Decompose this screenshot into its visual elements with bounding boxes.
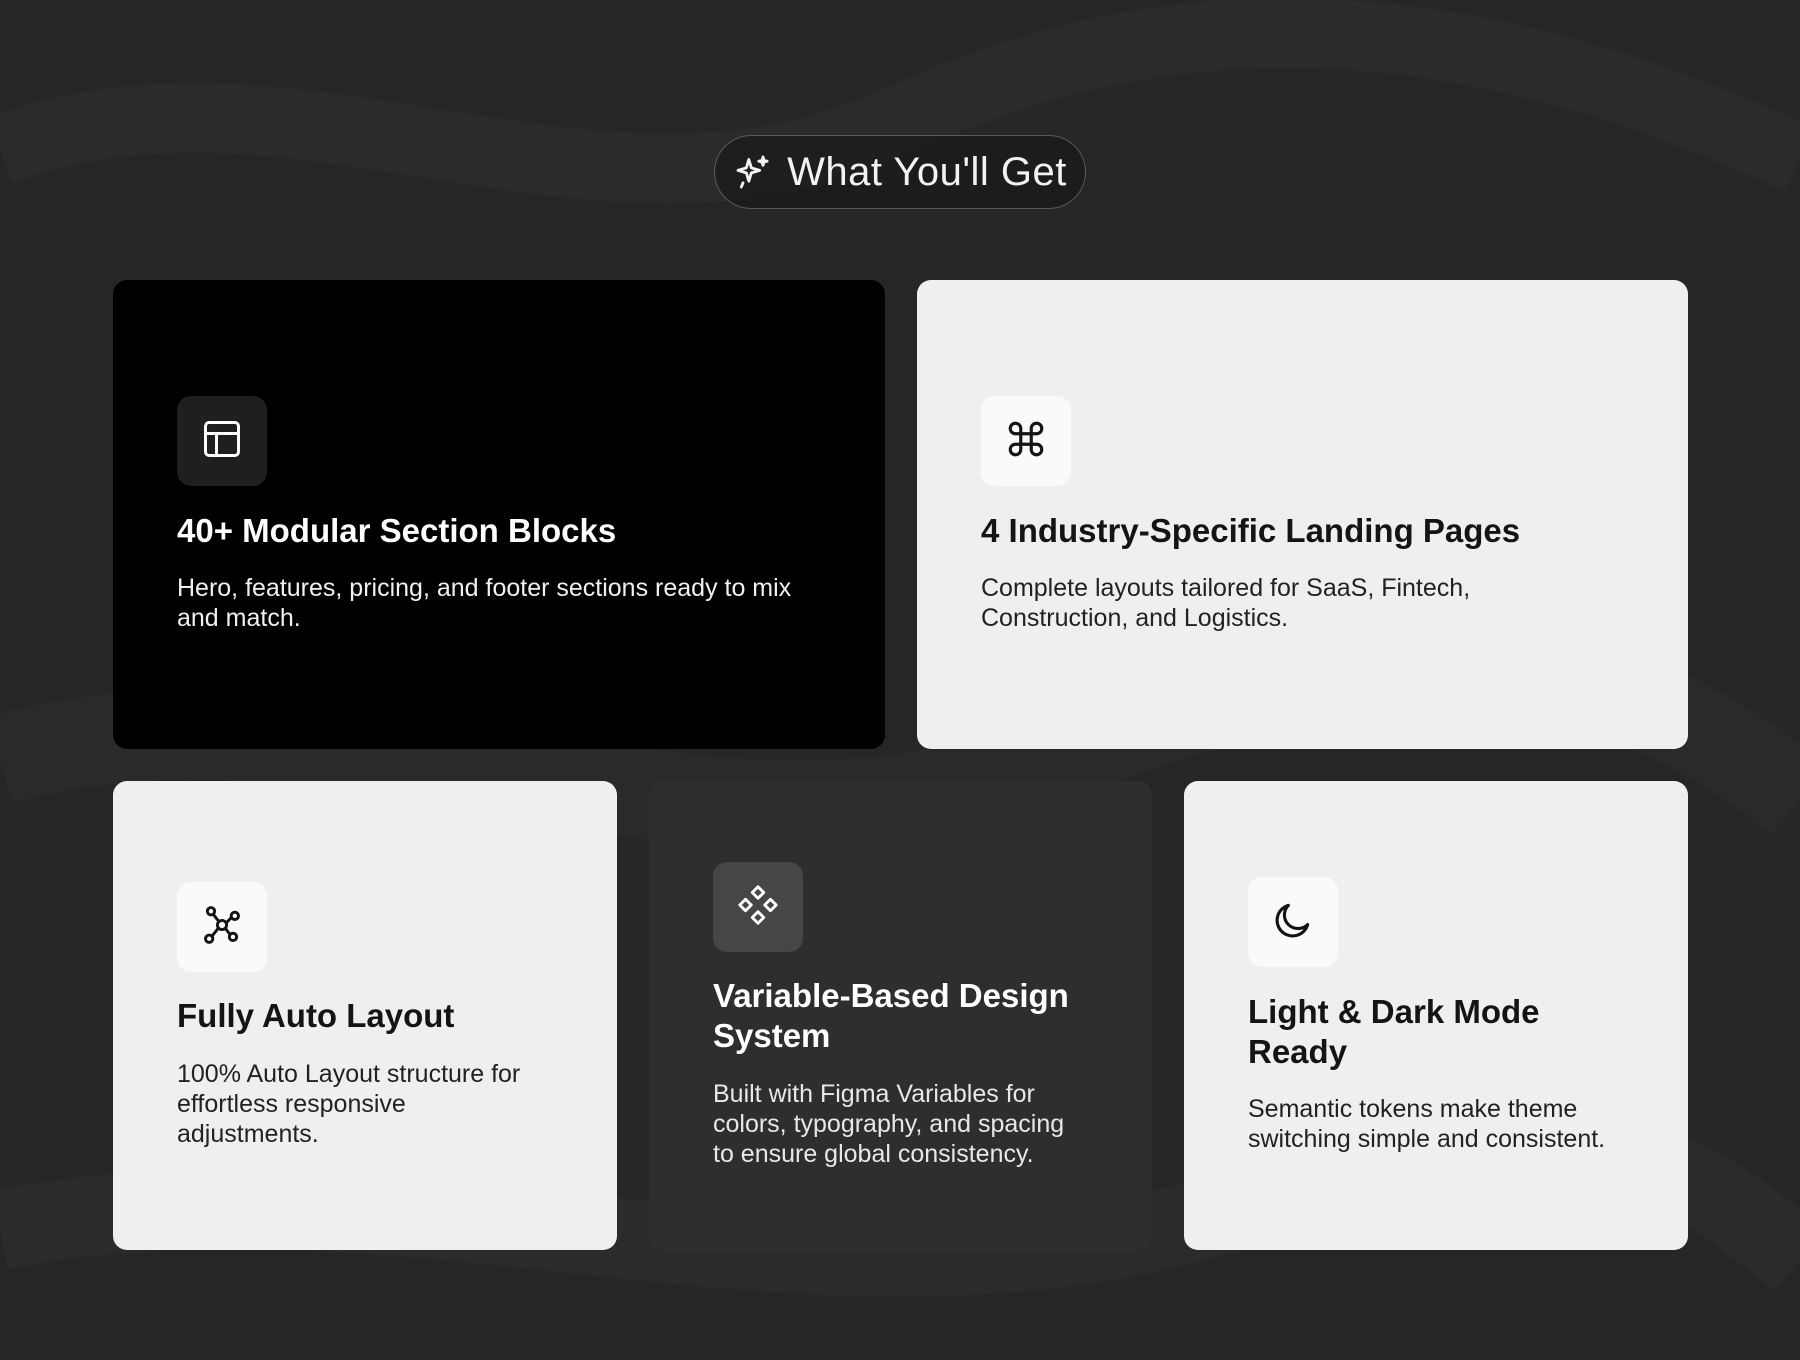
card-title: Fully Auto Layout [177, 997, 455, 1034]
feature-card-landing-pages: 4 Industry-Specific Landing Pages Comple… [917, 280, 1688, 749]
command-icon [1005, 418, 1047, 465]
layout-icon [200, 417, 244, 466]
card-description: Complete layouts tailored for SaaS, Fint… [981, 574, 1471, 632]
card-description: Hero, features, pricing, and footer sect… [177, 574, 792, 632]
icon-tile [713, 862, 803, 952]
card-description: Built with Figma Variables for colors, t… [713, 1080, 1065, 1168]
components-icon [735, 882, 781, 933]
section-title: What You'll Get [787, 149, 1067, 194]
card-title: 40+ Modular Section Blocks [177, 512, 617, 549]
section-badge: What You'll Get [714, 135, 1086, 209]
feature-card-auto-layout: Fully Auto Layout 100% Auto Layout struc… [113, 781, 617, 1250]
feature-card-modular-blocks: 40+ Modular Section Blocks Hero, feature… [113, 280, 885, 749]
card-description: 100% Auto Layout structure for effortles… [177, 1060, 521, 1148]
card-title: Light & Dark Mode Ready [1248, 993, 1540, 1070]
feature-card-design-system: Variable-Based Design System Built with … [649, 781, 1152, 1250]
card-description: Semantic tokens make theme switching sim… [1248, 1095, 1606, 1153]
network-icon [200, 903, 244, 952]
feature-card-theme-modes: Light & Dark Mode Ready Semantic tokens … [1184, 781, 1688, 1250]
icon-tile [177, 882, 267, 972]
icon-tile [177, 396, 267, 486]
moon-icon [1271, 898, 1315, 947]
icon-tile [1248, 877, 1338, 967]
card-title: 4 Industry-Specific Landing Pages [981, 512, 1521, 549]
icon-tile [981, 396, 1071, 486]
sparkles-icon [733, 152, 773, 192]
card-title: Variable-Based Design System [713, 977, 1069, 1054]
